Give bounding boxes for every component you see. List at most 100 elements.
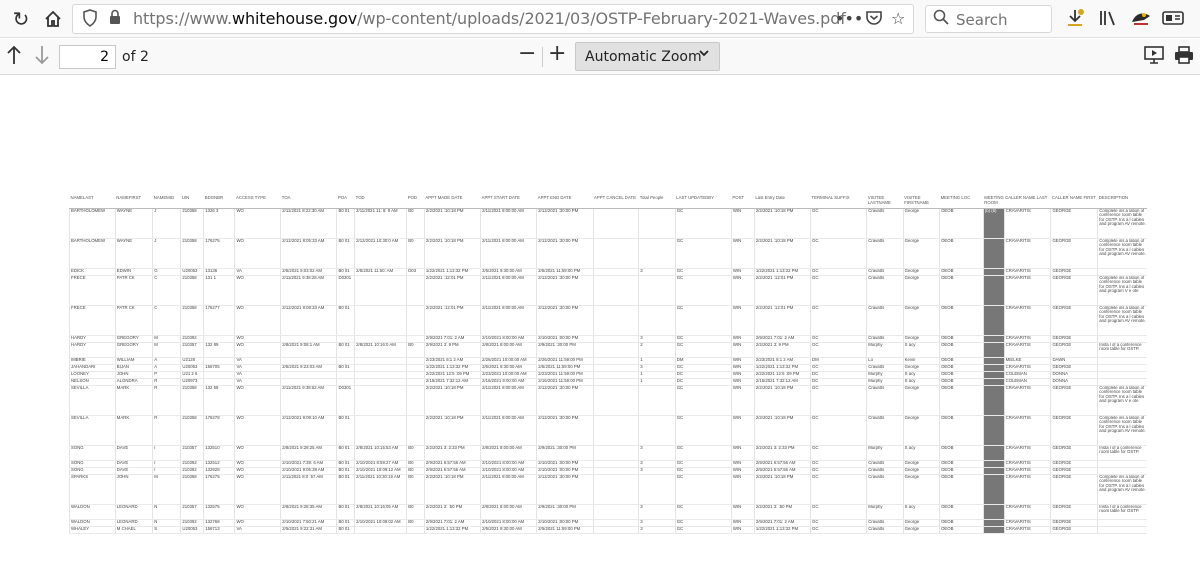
table-cell: GC bbox=[674, 415, 732, 446]
table-cell: Murphy bbox=[866, 504, 904, 520]
table-cell bbox=[406, 305, 425, 336]
table-cell: 2/12/2021 :30:00 PM bbox=[536, 385, 593, 416]
table-cell: 2/2/2021 :12:01 PM bbox=[423, 305, 481, 336]
table-cell: 2/10/2021 7:39: 6 AM bbox=[280, 460, 337, 468]
table-cell: COLEMAN bbox=[1003, 371, 1051, 379]
table-cell bbox=[354, 357, 407, 365]
table-cell: GEORGE bbox=[1050, 364, 1098, 372]
table-cell bbox=[592, 445, 639, 461]
table-cell: 2/12/2021 8:05:33 AM bbox=[280, 238, 337, 269]
table-cell bbox=[203, 357, 235, 365]
table-cell: 2/5/2021 11:50: AM bbox=[354, 268, 407, 276]
table-cell: GEORGE bbox=[1050, 305, 1098, 336]
shield-icon[interactable] bbox=[83, 9, 97, 31]
extension-icon[interactable] bbox=[1130, 8, 1152, 33]
zoom-out-button[interactable]: − bbox=[518, 41, 536, 66]
table-cell: EDWIN bbox=[114, 268, 153, 276]
table-cell: I bbox=[152, 460, 181, 468]
table-cell bbox=[354, 378, 407, 386]
next-page-icon[interactable] bbox=[33, 44, 51, 72]
table-cell: 2 bbox=[638, 342, 676, 358]
presentation-mode-icon[interactable] bbox=[1144, 45, 1164, 71]
table-cell: 2/12/2021 9:09:10 AM bbox=[280, 415, 337, 446]
table-cell: GC bbox=[810, 445, 867, 461]
table-cell: George bbox=[902, 208, 940, 239]
table-cell: GC bbox=[674, 335, 732, 343]
table-cell: 2/11/2021 8:00:00 AM bbox=[480, 238, 537, 269]
table-cell: U2128 bbox=[180, 357, 204, 365]
table-cell: 2/2/2021 :10:18 PM bbox=[423, 415, 481, 446]
column-header: POA bbox=[336, 195, 355, 209]
table-cell: 2/11/2021 8:00:00 AM bbox=[480, 474, 537, 505]
more-icon[interactable]: ••• bbox=[835, 9, 863, 28]
table-cell: S acy bbox=[902, 342, 940, 358]
url-bar[interactable]: https://www.whitehouse.gov/wp-content/up… bbox=[72, 4, 914, 34]
table-cell: 2/23/2021 10:00:00 AM bbox=[480, 371, 537, 379]
table-cell bbox=[982, 305, 1005, 336]
table-cell: George bbox=[902, 335, 940, 343]
zoom-in-button[interactable]: + bbox=[548, 41, 566, 66]
table-row: SEVILLA MARK R 210358 132 59 WO 2/11/2021 9:38… bbox=[69, 385, 1147, 416]
zoom-select[interactable]: Automatic Zoom bbox=[575, 42, 720, 71]
table-cell: 2/10/2021 9:05:38 AM bbox=[280, 467, 337, 475]
page-number-input[interactable] bbox=[59, 45, 116, 69]
table-cell: 2/11/2021 9:38:28 AM bbox=[280, 275, 337, 306]
table-cell: B0 bbox=[406, 519, 425, 527]
url-text[interactable]: https://www.whitehouse.gov/wp-content/up… bbox=[133, 9, 846, 28]
pdf-viewer[interactable]: NAMELAST NAMEFIRST NAMEMID UIN BDGNBR ACCESS … bbox=[0, 76, 1200, 586]
table-cell: WAYNE bbox=[114, 208, 153, 239]
table-cell: Lo bbox=[866, 357, 904, 365]
reload-icon[interactable]: ↻ bbox=[8, 6, 34, 32]
bookmark-star-icon[interactable]: ☆ bbox=[891, 9, 905, 28]
download-icon[interactable] bbox=[1066, 8, 1084, 33]
table-cell: B0 01 bbox=[336, 467, 355, 475]
table-cell bbox=[354, 364, 407, 372]
table-cell: 3 bbox=[638, 519, 676, 527]
search-box[interactable]: Search bbox=[925, 5, 1052, 33]
table-cell: B0 bbox=[406, 467, 425, 475]
table-cell: B0 bbox=[406, 504, 425, 520]
table-cell: U20053 bbox=[180, 526, 204, 534]
table-cell: Cravatts bbox=[866, 467, 904, 475]
home-icon[interactable] bbox=[40, 6, 66, 32]
toolbar-divider bbox=[542, 47, 543, 67]
library-icon[interactable] bbox=[1098, 8, 1118, 33]
column-header: TOA bbox=[280, 195, 337, 209]
table-cell bbox=[592, 238, 639, 269]
table-cell bbox=[638, 415, 676, 446]
table-cell bbox=[592, 371, 639, 379]
table-cell: 132 59 bbox=[203, 385, 235, 416]
table-cell: 2/10/2021 7:50:21 AM bbox=[280, 519, 337, 527]
table-cell: S acy bbox=[902, 371, 940, 379]
table-cell: 132 89 bbox=[203, 342, 235, 358]
table-cell: Murphy bbox=[866, 445, 904, 461]
table-cell: 2/12/2021 :30:00 PM bbox=[536, 275, 593, 306]
table-cell bbox=[982, 415, 1005, 446]
table-cell: U20053 bbox=[180, 364, 204, 372]
table-cell: CRAVARITIS bbox=[1003, 364, 1051, 372]
table-cell: George bbox=[902, 460, 940, 468]
table-cell: 210357 bbox=[180, 445, 204, 461]
table-cell: WILLIAM bbox=[114, 357, 153, 365]
previous-page-icon[interactable] bbox=[5, 44, 23, 72]
table-cell: 210392 bbox=[180, 467, 204, 475]
table-cell: DONNA bbox=[1050, 378, 1098, 386]
table-cell: DAVE bbox=[114, 460, 153, 468]
table-cell: 2/2/2021 3: :50 PM bbox=[753, 504, 811, 520]
table-cell: D0301 bbox=[336, 385, 355, 416]
table-cell bbox=[1097, 467, 1147, 475]
table-cell: 1 bbox=[638, 357, 676, 365]
account-icon[interactable] bbox=[1162, 8, 1184, 33]
lock-icon[interactable] bbox=[109, 9, 121, 29]
pocket-icon[interactable] bbox=[865, 9, 883, 31]
column-header: ACCESS TYPE bbox=[234, 195, 281, 209]
table-cell: 2/5/2021 11:59:00 PM bbox=[536, 268, 593, 276]
print-icon[interactable] bbox=[1174, 45, 1194, 71]
table-cell: M bbox=[152, 335, 181, 343]
column-header: BDGNBR bbox=[203, 195, 235, 209]
table-cell bbox=[592, 342, 639, 358]
table-cell bbox=[592, 519, 639, 527]
table-cell bbox=[638, 208, 676, 239]
table-cell: GEORGE bbox=[1050, 342, 1098, 358]
column-header: POD bbox=[406, 195, 425, 209]
